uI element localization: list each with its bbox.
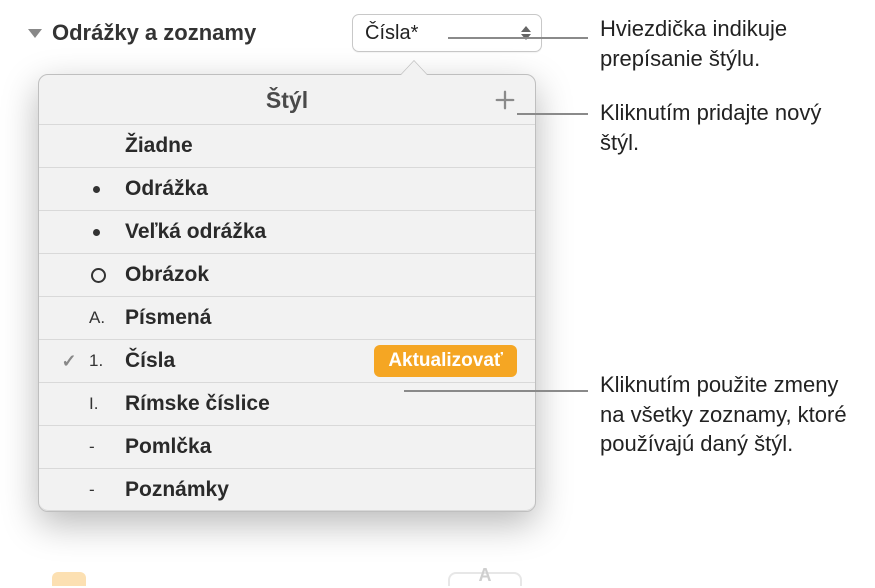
bullets-lists-header: Odrážky a zoznamy Čísla*: [24, 8, 546, 64]
plus-icon: [494, 89, 516, 111]
style-item-label: Písmená: [125, 306, 517, 330]
list-marker: 1.: [89, 351, 125, 371]
style-item-label: Odrážka: [125, 177, 517, 201]
style-item[interactable]: A.Písmená: [39, 296, 535, 339]
update-style-button[interactable]: Aktualizovať: [374, 345, 517, 377]
callout-line: [404, 390, 588, 392]
list-marker: -: [89, 437, 125, 457]
list-marker: [89, 229, 125, 236]
list-marker: A.: [89, 308, 125, 328]
style-item-label: Pomlčka: [125, 435, 517, 459]
callout-line: [517, 113, 588, 115]
style-item[interactable]: I.Rímske číslice: [39, 382, 535, 425]
style-item[interactable]: Obrázok: [39, 253, 535, 296]
style-item-label: Poznámky: [125, 478, 517, 502]
style-item[interactable]: Žiadne: [39, 124, 535, 167]
style-item[interactable]: ✓1.ČíslaAktualizovať: [39, 339, 535, 382]
disclosure-triangle-icon[interactable]: [28, 29, 42, 38]
add-style-button[interactable]: [491, 86, 519, 114]
style-popover: Štýl Žiadne Odrážka Veľká odrážka Obrázok A.…: [38, 74, 536, 512]
color-swatch-peek: [52, 572, 86, 586]
style-item[interactable]: -Poznámky: [39, 468, 535, 511]
list-marker: [89, 186, 125, 193]
style-item-label: Veľká odrážka: [125, 220, 517, 244]
style-item-label: Rímske číslice: [125, 392, 517, 416]
style-item-label: Obrázok: [125, 263, 517, 287]
callout-asterisk: Hviezdička indikuje prepísanie štýlu.: [600, 14, 850, 73]
style-list: Žiadne Odrážka Veľká odrážka Obrázok A.Písme…: [39, 124, 535, 511]
callout-update: Kliknutím použite zmeny na všetky zoznam…: [600, 370, 860, 459]
font-button-peek: A: [448, 572, 522, 586]
callout-line: [448, 37, 588, 39]
section-title: Odrážky a zoznamy: [52, 20, 256, 46]
style-item[interactable]: Veľká odrážka: [39, 210, 535, 253]
callout-add: Kliknutím pridajte nový štýl.: [600, 98, 850, 157]
style-item-label: Žiadne: [125, 134, 517, 158]
list-marker: I.: [89, 394, 125, 414]
style-item[interactable]: -Pomlčka: [39, 425, 535, 468]
list-marker: [89, 268, 125, 283]
checkmark-icon: ✓: [49, 351, 89, 372]
bottom-toolbar-peek: A: [38, 572, 536, 586]
popover-header: Štýl: [39, 75, 535, 124]
popover-title: Štýl: [266, 87, 308, 113]
style-item[interactable]: Odrážka: [39, 167, 535, 210]
style-select[interactable]: Čísla*: [352, 14, 542, 52]
style-select-value: Čísla*: [365, 22, 418, 45]
list-marker: -: [89, 480, 125, 500]
style-item-label: Čísla: [125, 349, 374, 373]
